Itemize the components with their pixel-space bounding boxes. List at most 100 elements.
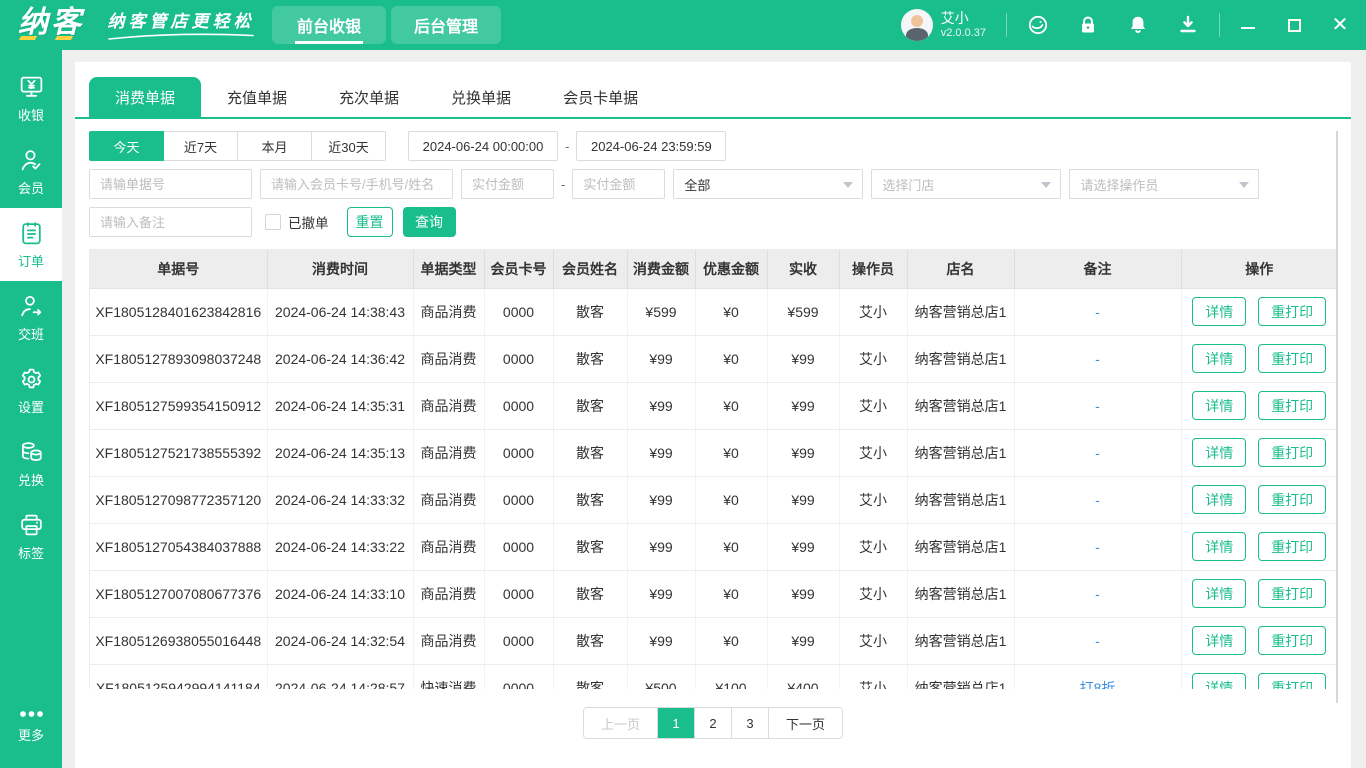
page-button-3[interactable]: 3	[731, 708, 768, 738]
bell-icon[interactable]	[1127, 14, 1149, 36]
store-select[interactable]: 选择门店	[871, 169, 1062, 199]
reset-button[interactable]: 重置	[346, 207, 393, 237]
tab-member-card-orders[interactable]: 会员卡单据	[537, 77, 664, 117]
page-button-2[interactable]: 2	[694, 708, 731, 738]
page-button-1[interactable]: 1	[657, 708, 694, 738]
col-member: 会员姓名	[553, 250, 628, 289]
range-month-button[interactable]: 本月	[237, 131, 312, 161]
cell-member: 散客	[553, 617, 628, 665]
search-button[interactable]: 查询	[402, 207, 456, 237]
tab-exchange-orders[interactable]: 兑换单据	[425, 77, 537, 117]
cell-time: 2024-06-24 14:36:42	[267, 335, 414, 383]
reprint-button[interactable]: 重打印	[1258, 297, 1327, 326]
avatar[interactable]	[900, 9, 933, 41]
reprint-button[interactable]: 重打印	[1258, 673, 1327, 689]
close-button[interactable]: ✕	[1332, 15, 1349, 35]
type-select[interactable]: 全部	[673, 169, 864, 199]
reprint-button[interactable]: 重打印	[1258, 438, 1327, 467]
cell-remark[interactable]: -	[1014, 523, 1182, 571]
range-7days-button[interactable]: 近7天	[163, 131, 238, 161]
remark-input[interactable]	[89, 207, 252, 237]
sidebar-item-cashier[interactable]: 收银	[0, 62, 62, 135]
cell-actions: 详情 重打印	[1181, 382, 1336, 430]
minimize-icon	[1241, 27, 1255, 29]
support-icon[interactable]	[1027, 14, 1049, 36]
cell-discount: ¥0	[695, 288, 768, 336]
member-icon	[21, 149, 40, 170]
tab-times-orders[interactable]: 充次单据	[313, 77, 425, 117]
reprint-button[interactable]: 重打印	[1258, 579, 1327, 608]
detail-button[interactable]: 详情	[1192, 485, 1247, 514]
logo-text: 纳客	[18, 6, 84, 39]
lock-icon[interactable]	[1077, 14, 1099, 36]
nav-tab-backend-admin[interactable]: 后台管理	[391, 6, 502, 44]
operator-select[interactable]: 请选择操作员	[1069, 169, 1260, 199]
date-to-input[interactable]	[576, 131, 727, 161]
reprint-button[interactable]: 重打印	[1258, 626, 1327, 655]
next-page-button[interactable]: 下一页	[768, 708, 843, 738]
cell-remark[interactable]: -	[1014, 288, 1182, 336]
sidebar-item-label[interactable]: 标签	[0, 500, 62, 573]
filter-row-actions: 已撤单 重置 查询	[89, 207, 1337, 237]
detail-button[interactable]: 详情	[1192, 344, 1247, 373]
scrollbar[interactable]	[1336, 131, 1338, 703]
date-from-input[interactable]	[408, 131, 558, 161]
cell-operator: 艾小	[839, 288, 908, 336]
cancelled-checkbox[interactable]	[265, 214, 281, 230]
slogan: 纳客管店更轻松	[106, 7, 256, 43]
detail-button[interactable]: 详情	[1192, 532, 1247, 561]
cell-remark[interactable]: 打8折	[1014, 664, 1182, 689]
order-no-input[interactable]	[89, 169, 252, 199]
sidebar-item-settings[interactable]: 设置	[0, 354, 62, 427]
cell-store: 纳客营销总店1	[907, 617, 1015, 665]
table-row: XF1805125942994141184 2024-06-24 14:28:5…	[90, 664, 1336, 689]
cell-member: 散客	[553, 570, 628, 618]
detail-button[interactable]: 详情	[1192, 438, 1247, 467]
cell-operator: 艾小	[839, 523, 908, 571]
cell-remark[interactable]: -	[1014, 617, 1182, 665]
sidebar-item-member[interactable]: 会员	[0, 135, 62, 208]
tab-consume-orders[interactable]: 消费单据	[89, 77, 202, 117]
sidebar-item-orders[interactable]: 订单	[0, 208, 62, 281]
download-icon[interactable]	[1177, 14, 1199, 36]
reprint-button[interactable]: 重打印	[1258, 532, 1327, 561]
cell-remark[interactable]: -	[1014, 335, 1182, 383]
amount-max-input[interactable]	[572, 169, 666, 199]
nav-tab-front-cashier[interactable]: 前台收银	[272, 6, 387, 44]
cell-type: 商品消费	[413, 429, 485, 477]
reprint-button[interactable]: 重打印	[1258, 344, 1327, 373]
detail-button[interactable]: 详情	[1192, 626, 1247, 655]
member-search-input[interactable]	[260, 169, 453, 199]
cell-amount: ¥99	[627, 382, 696, 430]
cell-remark[interactable]: -	[1014, 476, 1182, 524]
user-info: 艾小 v2.0.0.37	[941, 10, 986, 40]
sidebar: 收银 会员 订单 交班 设置 兑换 标签 更多	[0, 50, 62, 768]
minimize-button[interactable]	[1240, 17, 1256, 33]
detail-button[interactable]: 详情	[1192, 391, 1247, 420]
cell-remark[interactable]: -	[1014, 382, 1182, 430]
maximize-button[interactable]	[1286, 17, 1302, 33]
sidebar-item-more[interactable]: 更多	[0, 689, 62, 762]
maximize-icon	[1287, 18, 1301, 32]
reprint-button[interactable]: 重打印	[1258, 485, 1327, 514]
sidebar-item-shift[interactable]: 交班	[0, 281, 62, 354]
detail-button[interactable]: 详情	[1192, 297, 1247, 326]
sidebar-item-exchange[interactable]: 兑换	[0, 427, 62, 500]
reprint-button[interactable]: 重打印	[1258, 391, 1327, 420]
table-row: XF1805128401623842816 2024-06-24 14:38:4…	[90, 288, 1336, 336]
app-version: v2.0.0.37	[940, 26, 986, 39]
cell-remark[interactable]: -	[1014, 429, 1182, 477]
amount-min-input[interactable]	[461, 169, 554, 199]
prev-page-button[interactable]: 上一页	[583, 708, 657, 738]
cell-remark[interactable]: -	[1014, 570, 1182, 618]
detail-button[interactable]: 详情	[1192, 673, 1247, 689]
exchange-coins-icon	[21, 441, 42, 461]
detail-button[interactable]: 详情	[1192, 579, 1247, 608]
logo-accent-icon	[18, 36, 38, 40]
range-30days-button[interactable]: 近30天	[311, 131, 386, 161]
filter-row-search: - 全部 选择门店 请选择操作员	[89, 169, 1337, 199]
cell-paid: ¥99	[767, 523, 840, 571]
range-today-button[interactable]: 今天	[89, 131, 164, 161]
cell-discount: ¥0	[695, 570, 768, 618]
tab-recharge-orders[interactable]: 充值单据	[201, 77, 313, 117]
